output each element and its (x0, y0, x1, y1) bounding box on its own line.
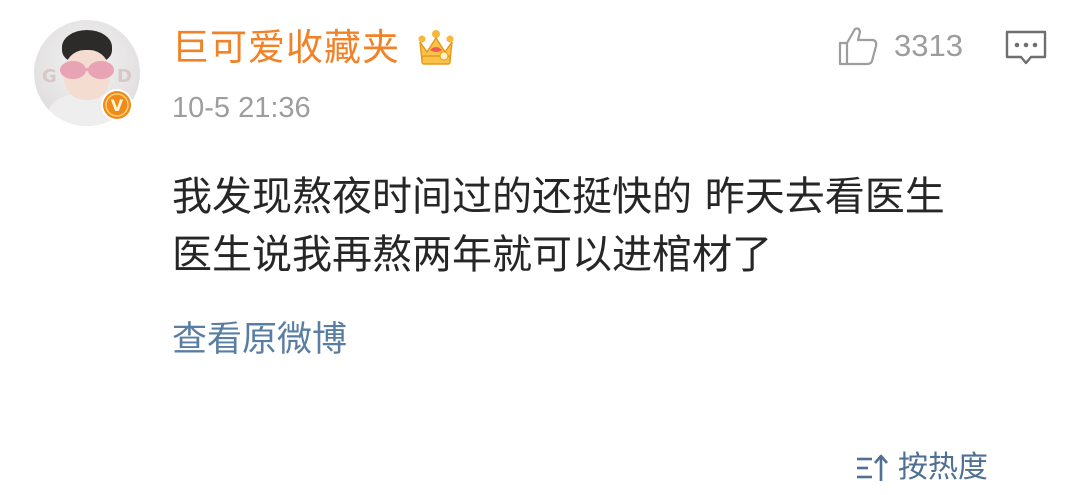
avatar-glasses (60, 61, 114, 79)
sort-label: 按热度 (898, 450, 988, 485)
avatar-letter-left: G (42, 66, 57, 87)
username[interactable]: 巨可爱收藏夹 (172, 24, 400, 72)
thumbs-up-icon (838, 27, 878, 66)
comment-text-line: 我发现熬夜时间过的还挺快的 昨天去看医生 (172, 174, 945, 220)
comment-icon[interactable] (1004, 28, 1048, 68)
like-button[interactable]: 3313 (836, 24, 963, 68)
like-count: 3313 (894, 28, 963, 63)
comment-text-line: 医生说我再熬两年就可以进棺材了 (172, 232, 772, 278)
avatar-letter-right: D (117, 66, 132, 87)
comment-timestamp: 10-5 21:36 (172, 92, 311, 124)
view-original-link[interactable]: 查看原微博 (172, 316, 347, 364)
crown-icon[interactable] (414, 26, 458, 70)
verified-v-icon: V (101, 89, 133, 121)
sort-button[interactable]: 按热度 (854, 446, 988, 490)
comment-card: G D V 巨可爱收藏夹 10-5 21:36 3313 我发现熬夜时间过的还挺… (0, 0, 1080, 495)
verified-badge-letter: V (111, 96, 124, 115)
sort-icon (857, 454, 888, 481)
comment-text: 我发现熬夜时间过的还挺快的 昨天去看医生 医生说我再熬两年就可以进棺材了 (172, 168, 1052, 284)
